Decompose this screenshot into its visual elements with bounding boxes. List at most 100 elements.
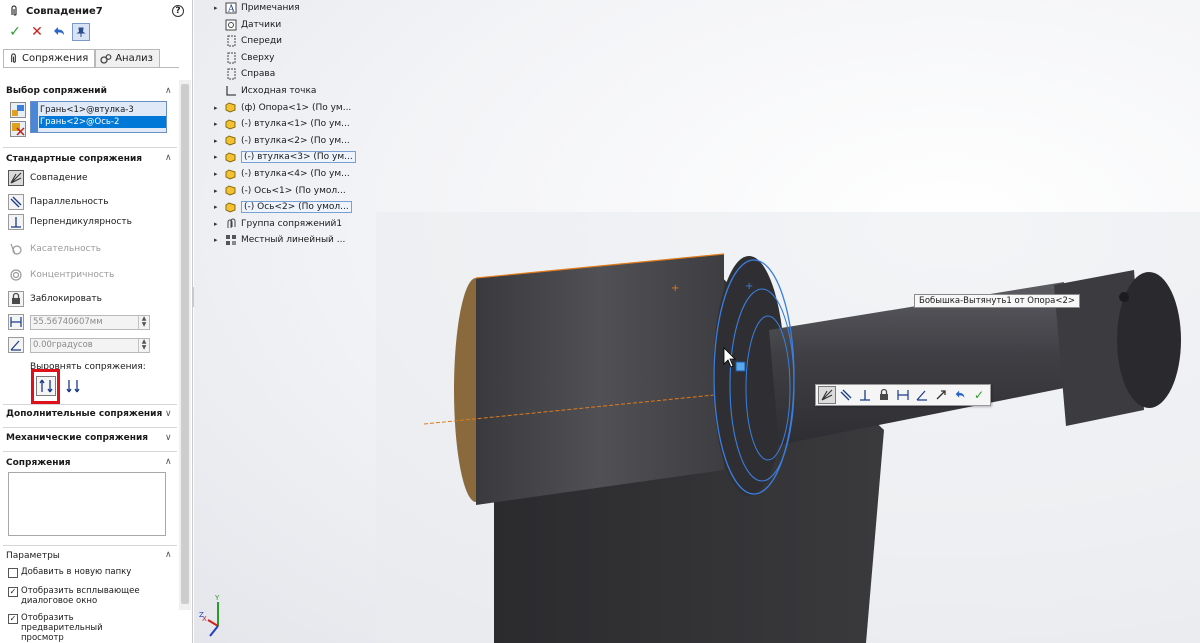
mate-selections-collapse-icon[interactable]: ∧	[165, 86, 172, 96]
option-show-preview[interactable]: ✓ Отобразить предварительный просмотр	[8, 613, 148, 643]
tree-item[interactable]: ▸ (-) втулка<1> (По ум...	[214, 116, 350, 132]
ctx-ok-check-icon[interactable]: ✓	[970, 386, 988, 404]
part-icon	[224, 168, 237, 181]
ctx-flip-alignment-icon[interactable]	[932, 386, 950, 404]
tree-expand-icon[interactable]: ▸	[214, 153, 224, 161]
selection-item[interactable]: Грань<1>@втулка-3	[40, 104, 134, 116]
distance-input[interactable]: 55.56740607мм ▲ ▼	[30, 314, 150, 330]
tree-item[interactable]: ▸ A Примечания	[214, 0, 300, 16]
undo-icon[interactable]	[50, 23, 68, 41]
anti-aligned-icon	[66, 380, 80, 393]
advanced-mates-header[interactable]: Дополнительные сопряжения	[6, 409, 162, 419]
mate-concentric[interactable]: Концентричность	[8, 266, 114, 284]
mate-perpendicular[interactable]: Перпендикулярность	[8, 213, 132, 231]
tree-item-label: (ф) Опора<1> (По ум...	[241, 102, 352, 113]
advanced-mates-expand-icon[interactable]: ∨	[165, 409, 172, 419]
mate-parallel[interactable]: Параллельность	[8, 193, 109, 211]
checkbox-checked[interactable]: ✓	[8, 587, 18, 597]
checkbox-checked[interactable]: ✓	[8, 614, 18, 624]
tab-mates[interactable]: Сопряжения	[3, 49, 96, 67]
ctx-coincident-icon[interactable]	[818, 386, 836, 404]
tree-expand-icon[interactable]: ▸	[214, 170, 224, 178]
tree-item-label: Группа сопряжений1	[241, 218, 343, 229]
tree-item[interactable]: ▸ (-) втулка<3> (По ум...	[214, 149, 356, 165]
tree-expand-icon[interactable]: ▸	[214, 104, 224, 112]
angle-spinner[interactable]: ▲ ▼	[138, 338, 149, 352]
tree-item[interactable]: ▸ Местный линейный ...	[214, 232, 345, 248]
model-scene[interactable]: + +	[194, 0, 1200, 643]
tree-item[interactable]: Справа	[214, 66, 275, 82]
tab-analysis[interactable]: Анализ	[95, 49, 160, 67]
tree-expand-icon[interactable]: ▸	[214, 203, 224, 211]
ctx-perpendicular-icon[interactable]	[856, 386, 874, 404]
mechanical-mates-expand-icon[interactable]: ∨	[165, 433, 172, 443]
gears-icon	[100, 53, 112, 64]
graphics-viewport[interactable]: + + ▸ A Примечания Датчики Спереди Сверху Спра…	[194, 0, 1200, 643]
tree-expand-icon[interactable]: ▸	[214, 236, 224, 244]
ctx-lock-icon[interactable]	[875, 386, 893, 404]
shaft-end-face[interactable]	[1117, 272, 1181, 408]
mate-coincident[interactable]: Совпадение	[8, 169, 88, 187]
angle-input[interactable]: 0.00градусов ▲ ▼	[30, 337, 150, 353]
mate-lock[interactable]: Заблокировать	[8, 290, 102, 308]
tree-expand-icon[interactable]: ▸	[214, 187, 224, 195]
tree-item[interactable]: ▸ (-) Ось<1> (По умол...	[214, 183, 346, 199]
align-anti-aligned-button[interactable]	[63, 376, 83, 396]
ctx-undo-icon[interactable]	[951, 386, 969, 404]
mate-clip-icon	[8, 5, 20, 17]
options-collapse-icon[interactable]: ∧	[165, 550, 172, 560]
angle-icon[interactable]	[8, 337, 24, 353]
selection-item-selected[interactable]: Грань<2>@Ось-2	[39, 116, 166, 128]
option-show-popup[interactable]: ✓ Отобразить всплывающее диалоговое окно	[8, 586, 148, 606]
mechanical-mates-header[interactable]: Механические сопряжения	[6, 433, 148, 443]
tree-expand-icon[interactable]: ▸	[214, 220, 224, 228]
tree-item[interactable]: Сверху	[214, 50, 275, 66]
tree-item[interactable]: ▸ (ф) Опора<1> (По ум...	[214, 100, 351, 116]
mates-collapse-icon[interactable]: ∧	[165, 457, 172, 467]
selection-handle[interactable]	[735, 361, 746, 372]
ok-check-icon[interactable]: ✓	[6, 23, 24, 41]
distance-icon[interactable]	[8, 314, 24, 330]
section-divider	[3, 451, 177, 452]
mates-list[interactable]	[8, 472, 166, 536]
tree-item[interactable]: ▸ (-) Ось<2> (По умол...	[214, 199, 352, 215]
distance-spinner[interactable]: ▲ ▼	[138, 315, 149, 329]
option-add-to-folder[interactable]: Добавить в новую папку	[8, 567, 131, 578]
selection-icon-2[interactable]	[10, 121, 26, 137]
options-header: Параметры	[6, 551, 60, 561]
pm-scrollbar[interactable]	[179, 80, 191, 610]
selection-icon-1[interactable]	[10, 102, 26, 118]
tree-item-label: Примечания	[241, 3, 300, 13]
ctx-distance-icon[interactable]	[894, 386, 912, 404]
mate-tangent[interactable]: Касательность	[8, 240, 101, 258]
tree-expand-icon[interactable]: ▸	[214, 4, 224, 12]
tree-item[interactable]: Спереди	[214, 33, 282, 49]
axis-triad[interactable]: Y X Z	[198, 594, 232, 640]
triad-z-axis	[209, 625, 219, 637]
tree-item[interactable]: ▸ (-) втулка<2> (По ум...	[214, 133, 350, 149]
cancel-x-icon[interactable]: ✕	[28, 23, 46, 41]
ctx-angle-icon[interactable]	[913, 386, 931, 404]
tree-item[interactable]: ▸ Группа сопряжений1	[214, 216, 342, 232]
checkbox-unchecked[interactable]	[8, 568, 18, 578]
tab-mates-label: Сопряжения	[22, 53, 89, 64]
center-marker: +	[745, 281, 753, 292]
standard-mates-collapse-icon[interactable]: ∧	[165, 153, 172, 163]
tree-expand-icon[interactable]: ▸	[214, 120, 224, 128]
section-divider	[3, 545, 177, 546]
pin-icon[interactable]	[72, 23, 90, 41]
tree-item[interactable]: ▸ (-) втулка<4> (По ум...	[214, 166, 350, 182]
bushing-body[interactable]	[476, 254, 724, 505]
pm-scrollbar-thumb[interactable]	[181, 84, 189, 604]
tree-item[interactable]: Исходная точка	[214, 83, 316, 99]
tree-item[interactable]: Датчики	[214, 17, 281, 33]
tree-expand-icon[interactable]: ▸	[214, 137, 224, 145]
part-icon	[224, 184, 237, 197]
help-icon[interactable]: ?	[172, 5, 184, 17]
ctx-parallel-icon[interactable]	[837, 386, 855, 404]
mate-selections-list[interactable]: Грань<1>@втулка-3 Грань<2>@Ось-2	[30, 101, 167, 133]
svg-text:A: A	[227, 5, 235, 15]
sensors-icon	[224, 18, 237, 31]
mate-perpendicular-label: Перпендикулярность	[30, 217, 132, 227]
pm-title: Совпадение7	[26, 5, 103, 17]
